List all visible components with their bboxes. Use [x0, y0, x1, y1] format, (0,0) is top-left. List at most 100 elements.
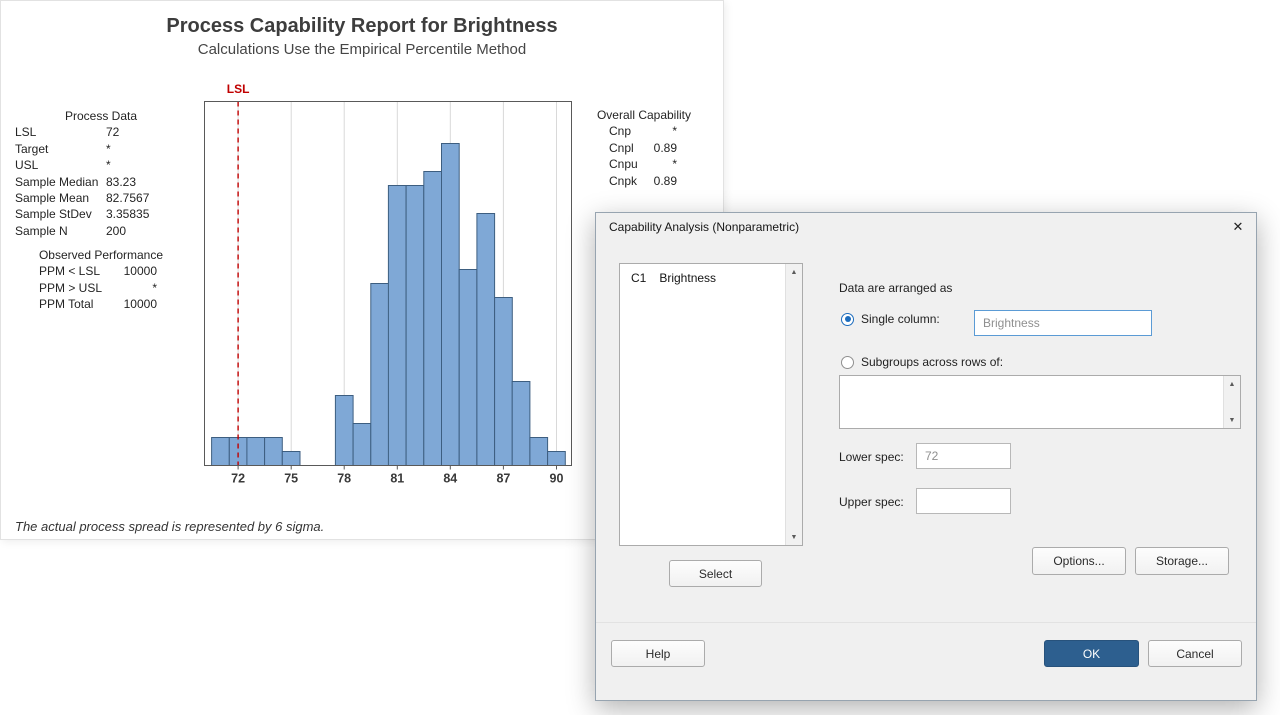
single-column-label: Single column: [861, 312, 940, 326]
stat-row: Cnp* [609, 123, 677, 139]
stat-value: * [672, 123, 677, 139]
single-column-input[interactable] [974, 310, 1152, 336]
stat-value: 0.89 [654, 140, 677, 156]
x-tick-label: 84 [443, 472, 457, 486]
stat-value: * [106, 157, 111, 173]
histogram-bar [495, 298, 513, 466]
column-id: C1 [631, 271, 646, 285]
stat-row: PPM < LSL10000 [39, 263, 157, 279]
stat-row: Sample Median83.23 [15, 174, 187, 190]
radio-unselected-icon[interactable] [841, 356, 854, 369]
select-button[interactable]: Select [669, 560, 762, 587]
stat-value: 3.35835 [106, 206, 149, 222]
stat-row: Target* [15, 141, 187, 157]
overall-capability-title: Overall Capability [596, 107, 692, 123]
scroll-up-icon[interactable]: ▲ [1224, 376, 1240, 392]
histogram-bar [371, 284, 389, 466]
subgroups-input[interactable]: ▲ ▼ [839, 375, 1241, 429]
process-data-panel: Process Data LSL72Target*USL*Sample Medi… [15, 108, 187, 239]
x-tick-label: 81 [390, 472, 404, 486]
stat-row: Cnpl0.89 [609, 140, 677, 156]
column-listbox[interactable]: C1 Brightness ▲ ▼ [619, 263, 803, 546]
help-button[interactable]: Help [611, 640, 705, 667]
lsl-label: LSL [227, 82, 250, 96]
histogram-bar [353, 424, 371, 466]
stat-row: PPM Total10000 [39, 296, 157, 312]
capability-analysis-dialog: Capability Analysis (Nonparametric) ✕ C1… [595, 212, 1257, 701]
report-subtitle: Calculations Use the Empirical Percentil… [1, 41, 723, 58]
subgroups-radio[interactable]: Subgroups across rows of: [841, 355, 1003, 369]
x-tick-label: 75 [284, 472, 298, 486]
histogram-bar [212, 438, 230, 466]
dialog-titlebar[interactable]: Capability Analysis (Nonparametric) ✕ [596, 213, 1256, 241]
histogram-bar [282, 452, 300, 466]
stat-label: Sample N [15, 223, 106, 239]
scroll-down-icon[interactable]: ▼ [1224, 412, 1240, 428]
overall-capability-rows: Cnp*Cnpl0.89Cnpu*Cnpk0.89 [596, 123, 692, 189]
subgroups-label: Subgroups across rows of: [861, 355, 1003, 369]
stat-row: Cnpk0.89 [609, 173, 677, 189]
stat-row: Sample N200 [15, 223, 187, 239]
listbox-scrollbar[interactable]: ▲ ▼ [785, 264, 802, 545]
report-footnote: The actual process spread is represented… [15, 519, 324, 534]
stat-value: 0.89 [654, 173, 677, 189]
stat-label: PPM Total [39, 296, 124, 312]
observed-performance-rows: PPM < LSL10000PPM > USL*PPM Total10000 [15, 263, 187, 312]
overall-capability-panel: Overall Capability Cnp*Cnpl0.89Cnpu*Cnpk… [596, 107, 692, 189]
histogram-bar [512, 382, 530, 466]
stat-label: LSL [15, 124, 106, 140]
stat-value: * [152, 280, 157, 296]
x-tick-label: 87 [496, 472, 510, 486]
observed-performance-title: Observed Performance [15, 247, 187, 263]
subgroups-scrollbar[interactable]: ▲ ▼ [1223, 376, 1240, 428]
column-list-item[interactable]: C1 Brightness [620, 264, 786, 285]
stat-value: * [672, 156, 677, 172]
histogram-chart: 72757881848790LSL [201, 81, 576, 486]
column-list: C1 Brightness [620, 264, 786, 545]
stat-value: 72 [106, 124, 119, 140]
stat-value: 10000 [124, 296, 157, 312]
stat-label: PPM < LSL [39, 263, 124, 279]
upper-spec-input[interactable] [916, 488, 1011, 514]
radio-selected-icon[interactable] [841, 313, 854, 326]
lower-spec-input[interactable] [916, 443, 1011, 469]
stat-row: LSL72 [15, 124, 187, 140]
stat-label: PPM > USL [39, 280, 152, 296]
cancel-button[interactable]: Cancel [1148, 640, 1242, 667]
x-tick-label: 78 [337, 472, 351, 486]
histogram-bar [424, 172, 442, 466]
histogram-bar [335, 396, 353, 466]
report-title: Process Capability Report for Brightness [1, 15, 723, 38]
stat-label: Cnpk [609, 173, 654, 189]
x-tick-label: 72 [231, 472, 245, 486]
stat-label: Cnpu [609, 156, 672, 172]
stat-value: 10000 [124, 263, 157, 279]
histogram-bar [459, 270, 477, 466]
stat-value: * [106, 141, 111, 157]
scroll-up-icon[interactable]: ▲ [786, 264, 802, 280]
single-column-radio[interactable]: Single column: [841, 312, 940, 326]
stat-row: PPM > USL* [39, 280, 157, 296]
histogram-bar [548, 452, 566, 466]
ok-button[interactable]: OK [1044, 640, 1139, 667]
histogram-bar [530, 438, 548, 466]
stat-label: Sample StDev [15, 206, 106, 222]
histogram-bar [406, 186, 424, 466]
stat-value: 200 [106, 223, 126, 239]
stat-label: Cnp [609, 123, 672, 139]
observed-performance-panel: Observed Performance PPM < LSL10000PPM >… [15, 247, 187, 313]
options-button[interactable]: Options... [1032, 547, 1126, 575]
close-button[interactable]: ✕ [1227, 217, 1249, 237]
scroll-down-icon[interactable]: ▼ [786, 529, 802, 545]
histogram-bar [229, 438, 247, 466]
stat-label: Target [15, 141, 106, 157]
histogram-bar [247, 438, 265, 466]
storage-button[interactable]: Storage... [1135, 547, 1229, 575]
stat-label: Cnpl [609, 140, 654, 156]
column-name: Brightness [659, 271, 716, 285]
dialog-title: Capability Analysis (Nonparametric) [609, 220, 799, 234]
lower-spec-label: Lower spec: [839, 450, 904, 464]
histogram-bar [442, 144, 460, 466]
arranged-label: Data are arranged as [839, 281, 952, 295]
stat-label: Sample Mean [15, 190, 106, 206]
